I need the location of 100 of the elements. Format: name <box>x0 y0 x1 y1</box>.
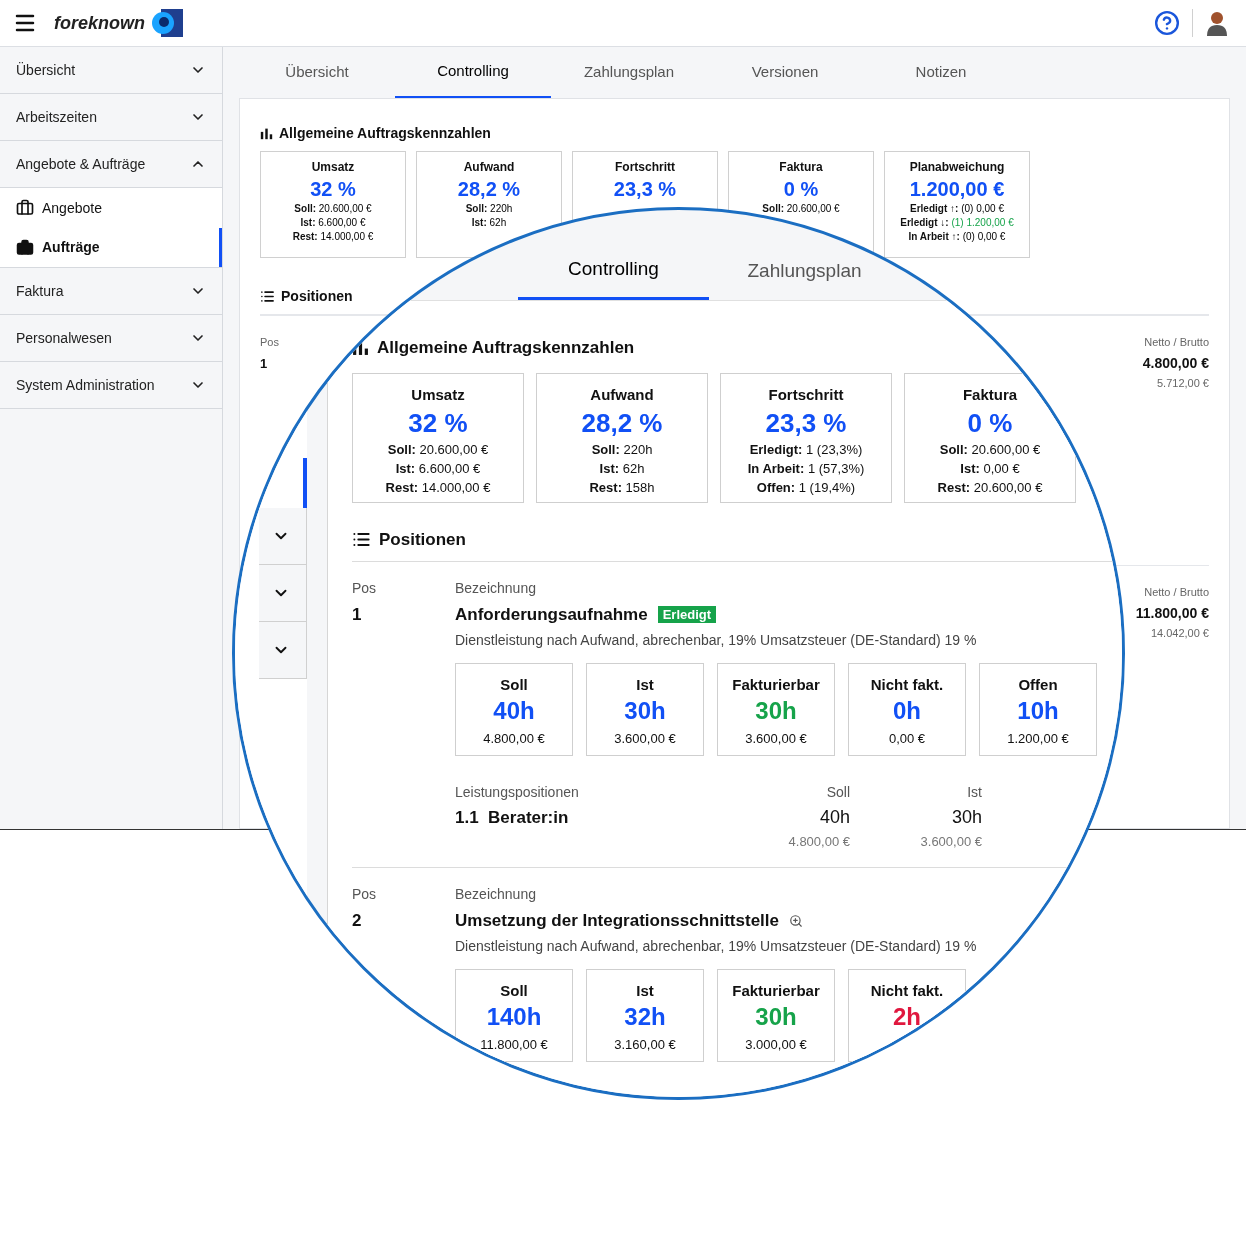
position-title: Umsetzung der Integrationsschnittstelle <box>455 910 779 932</box>
kpi-value: 32 % <box>408 407 468 440</box>
metric-amount: 3.600,00 € <box>745 730 807 748</box>
metric-value: 30h <box>755 696 797 726</box>
pos-label: Pos <box>352 885 378 904</box>
bar-chart-icon <box>260 127 273 140</box>
metric-value: 30h <box>624 696 666 726</box>
metric-title: Fakturierbar <box>732 674 820 695</box>
sidebar-subitem[interactable]: Angebote <box>0 188 222 228</box>
kpi-value: 1.200,00 € <box>909 177 1005 202</box>
pos-number: 1 <box>352 604 363 626</box>
kpi-detail: Offen: 1 (19,4%) <box>756 479 856 497</box>
metric-title: Fakturierbar <box>732 980 820 1001</box>
kpi-title: Faktura <box>962 384 1018 405</box>
kpi-title: Aufwand <box>463 159 515 176</box>
kpi-title: Planabweichung <box>909 159 1005 176</box>
pos-label: Pos <box>260 335 279 350</box>
kpi-detail: Soll: 20.600,00 € <box>939 441 1041 459</box>
kpi-detail: Soll: 20.600,00 € <box>762 202 840 216</box>
service-title: 1.1 Berater:in <box>455 806 570 829</box>
kpi-value: 0 % <box>783 177 819 202</box>
kpi-value: 23,3 % <box>765 407 847 440</box>
briefcase-icon <box>16 238 34 257</box>
kpi-detail: Soll: 220h <box>591 441 653 459</box>
zoom-in-icon[interactable] <box>789 913 803 928</box>
kpi-value: 28,2 % <box>581 407 663 440</box>
metric-value: 0h <box>893 696 921 726</box>
metric-title: Nicht fakt. <box>870 980 944 1001</box>
briefcase-icon <box>16 199 34 217</box>
kpi-value: 28,2 % <box>457 177 521 202</box>
metric-amount: 0,00 € <box>888 730 926 748</box>
kpi-detail: Rest: 20.600,00 € <box>937 479 1043 497</box>
column-label: Bezeichnung <box>455 579 537 598</box>
pos-label: Pos <box>352 579 378 598</box>
kpi-value: 32 % <box>310 177 356 202</box>
metric-amount: 3.600,00 € <box>614 730 676 748</box>
pos-number: 1 <box>260 354 269 373</box>
metric-amount: 11.800,00 € <box>480 1036 548 1054</box>
tab[interactable]: Versionen <box>707 47 863 98</box>
sidebar-item[interactable]: Arbeitszeiten <box>0 94 222 141</box>
kpi-detail: Soll: 220h <box>465 202 513 216</box>
kpi-value: 0 % <box>967 407 1013 440</box>
list-icon <box>260 289 275 304</box>
service-amount: 3.600,00 € <box>920 832 982 851</box>
metric-value: 140h <box>486 1002 542 1032</box>
section-heading: Positionen <box>281 287 353 306</box>
kpi-title: Fortschritt <box>615 159 675 176</box>
kpi-detail: Erledigt: 1 (23,3%) <box>749 441 863 459</box>
kpi-detail: Ist: 62h <box>599 460 645 478</box>
position-description: Dienstleistung nach Aufwand, abrechenbar, 19% Umsatzsteuer (DE-Standard) 19 % <box>455 630 978 650</box>
section-heading: Allgemeine Auftragskennzahlen <box>279 124 491 143</box>
metric-value: 32h <box>624 1002 666 1032</box>
netto-brutto-label: Netto / Brutto <box>1144 585 1209 600</box>
column-label: Soll <box>826 782 850 802</box>
metric-value: 40h <box>493 696 535 726</box>
kpi-detail: Ist: 0,00 € <box>960 460 1020 478</box>
help-icon[interactable] <box>1154 10 1180 36</box>
sidebar-item[interactable]: Personalwesen <box>0 315 222 362</box>
kpi-detail: Ist: 62h <box>471 216 507 230</box>
brutto-amount: 14.042,00 € <box>1150 625 1209 641</box>
kpi-detail: Erledigt ↓: (1) 1.200,00 € <box>900 216 1014 230</box>
metric-title: Soll <box>500 980 528 1001</box>
metric-amount: 3.000,00 € <box>745 1036 807 1054</box>
section-heading: Positionen <box>379 528 466 551</box>
kpi-detail: Rest: 158h <box>589 479 655 497</box>
tab[interactable]: Zahlungsplan <box>551 47 707 98</box>
column-label: Bezeichnung <box>455 885 537 904</box>
sidebar-item[interactable]: Faktura <box>0 268 222 315</box>
kpi-title: Aufwand <box>590 384 654 405</box>
kpi-title: Umsatz <box>311 159 355 176</box>
netto-amount: 4.800,00 € <box>1142 353 1209 373</box>
avatar-icon[interactable] <box>1205 10 1229 36</box>
tab[interactable]: Übersicht <box>239 47 395 98</box>
kpi-detail: Rest: 14.000,00 € <box>385 479 491 497</box>
column-label: Leistungspositionen <box>455 782 580 802</box>
netto-brutto-label: Netto / Brutto <box>1144 335 1209 350</box>
kpi-title: Faktura <box>779 159 823 176</box>
logo-icon <box>149 9 185 37</box>
kpi-detail: Rest: 14.000,00 € <box>292 230 374 244</box>
status-badge: Erledigt <box>657 606 717 624</box>
kpi-detail: Ist: 6.600,00 € <box>300 216 366 230</box>
service-amount: 4.800,00 € <box>788 832 850 851</box>
column-label: Ist <box>967 782 982 802</box>
metric-amount: 1.200,00 € <box>1007 730 1069 748</box>
kpi-detail: Soll: 20.600,00 € <box>387 441 489 459</box>
tab[interactable]: Notizen <box>863 47 1019 98</box>
sidebar-subitem[interactable]: Aufträge <box>0 228 222 268</box>
tab[interactable]: Zahlungsplan <box>709 242 900 300</box>
metric-value: 10h <box>1017 696 1059 726</box>
metric-value: 2h <box>893 1002 921 1032</box>
metric-title: Nicht fakt. <box>870 674 944 695</box>
sidebar-item[interactable]: System Administration <box>0 362 222 409</box>
kpi-title: Umsatz <box>411 384 465 405</box>
position-title: Anforderungsaufnahme <box>455 604 648 626</box>
position-description: Dienstleistung nach Aufwand, abrechenbar, 19% Umsatzsteuer (DE-Standard) 19 % <box>455 936 977 956</box>
metric-title: Soll <box>500 674 528 695</box>
netto-amount: 11.800,00 € <box>1135 603 1209 623</box>
kpi-title: Fortschritt <box>768 384 844 405</box>
metric-title: Offen <box>1018 674 1058 695</box>
sidebar-item[interactable]: Übersicht <box>0 47 222 94</box>
